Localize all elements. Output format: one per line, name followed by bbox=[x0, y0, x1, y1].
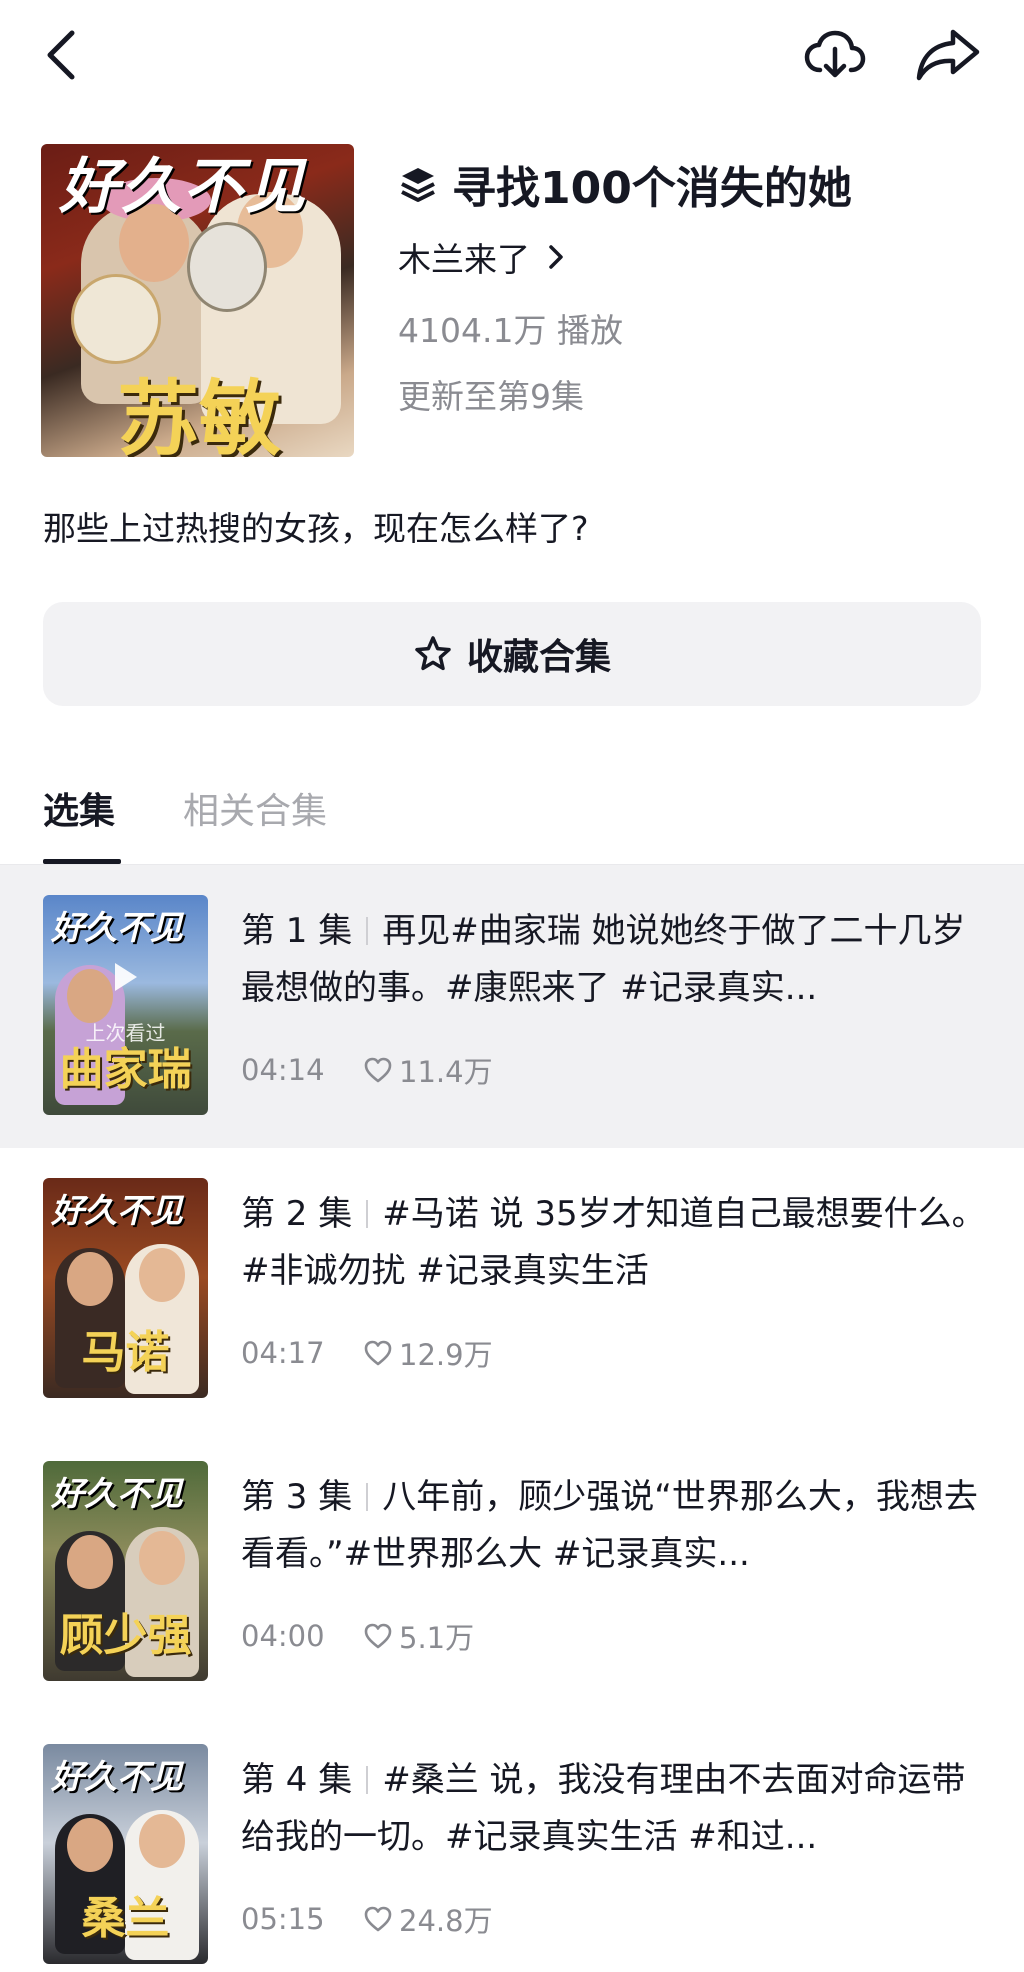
episode-meta: 05:15 24.8万 bbox=[241, 1898, 493, 1940]
episode-item[interactable]: 好久不见 上次看过 曲家瑞 第 1 集再见#曲家瑞 她说她终于做了二十几岁最想做… bbox=[0, 865, 1024, 1148]
thumb-name: 顾少强 bbox=[59, 1610, 192, 1661]
episode-thumbnail: 好久不见 马诺 bbox=[43, 1178, 208, 1398]
thumb-face bbox=[67, 1818, 113, 1872]
heart-icon bbox=[364, 1906, 392, 1932]
episode-description: #马诺 说 35岁才知道自己最想要什么。#非诚勿扰 #记录真实生活 bbox=[241, 1194, 986, 1291]
layers-icon bbox=[401, 168, 435, 202]
episode-like-count: 5.1万 bbox=[399, 1621, 475, 1655]
episode-title: 第 3 集八年前，顾少强说“世界那么大，我想去看看。”#世界那么大 #记录真实.… bbox=[241, 1469, 986, 1583]
thumb-face bbox=[139, 1248, 185, 1302]
episode-separator bbox=[366, 1483, 369, 1511]
thumb-face bbox=[139, 1814, 185, 1868]
back-button[interactable] bbox=[36, 22, 86, 88]
heart-icon bbox=[364, 1340, 392, 1366]
episode-thumbnail: 好久不见 桑兰 bbox=[43, 1744, 208, 1964]
episode-title: 第 1 集再见#曲家瑞 她说她终于做了二十几岁最想做的事。#康熙来了 #记录真实… bbox=[241, 903, 986, 1017]
thumb-title: 好久不见 bbox=[51, 1474, 183, 1513]
author-name: 木兰来了 bbox=[398, 240, 530, 279]
episode-duration: 05:15 bbox=[241, 1902, 325, 1936]
thumb-title: 好久不见 bbox=[51, 908, 183, 947]
tab-related-collections[interactable]: 相关合集 bbox=[183, 782, 327, 834]
episode-thumbnail: 好久不见 顾少强 bbox=[43, 1461, 208, 1681]
heart-icon bbox=[364, 1623, 392, 1649]
collection-cover: 好久不见 苏敏 bbox=[41, 144, 354, 457]
episode-duration: 04:00 bbox=[241, 1619, 325, 1653]
thumb-face bbox=[67, 1252, 113, 1306]
episode-meta: 04:00 5.1万 bbox=[241, 1615, 474, 1657]
tab-episodes[interactable]: 选集 bbox=[43, 782, 115, 834]
episode-item[interactable]: 好久不见 桑兰 第 4 集 #桑兰 说，我没有理由不去面对命运带给我的一切。#记录… bbox=[0, 1714, 1024, 1972]
episode-duration: 04:17 bbox=[241, 1336, 325, 1370]
episode-like-count: 11.4万 bbox=[399, 1055, 493, 1089]
episode-meta: 04:14 11.4万 bbox=[241, 1049, 493, 1091]
cloud-download-icon bbox=[804, 30, 866, 78]
thumb-face bbox=[67, 1535, 113, 1589]
thumb-name: 曲家瑞 bbox=[59, 1044, 192, 1095]
cover-fan-right bbox=[187, 222, 267, 312]
episode-number: 第 3 集 bbox=[241, 1477, 353, 1517]
episode-number: 第 1 集 bbox=[241, 911, 353, 951]
thumb-name: 桑兰 bbox=[81, 1893, 170, 1944]
thumb-face bbox=[139, 1531, 185, 1585]
episode-separator bbox=[366, 1766, 369, 1794]
episode-duration: 04:14 bbox=[241, 1053, 325, 1087]
episode-title: 第 2 集 #马诺 说 35岁才知道自己最想要什么。#非诚勿扰 #记录真实生活 bbox=[241, 1186, 986, 1300]
download-button[interactable] bbox=[800, 24, 870, 86]
tab-bar: 选集 相关合集 bbox=[0, 770, 1024, 864]
episode-like-count: 12.9万 bbox=[399, 1338, 493, 1372]
episode-likes: 12.9万 bbox=[363, 1332, 493, 1374]
author-link[interactable]: 木兰来了 bbox=[398, 233, 564, 281]
chevron-left-icon bbox=[47, 30, 75, 80]
cover-title: 好久不见 bbox=[59, 152, 307, 222]
episode-title: 第 4 集 #桑兰 说，我没有理由不去面对命运带给我的一切。#记录真实生活 #和过… bbox=[241, 1752, 986, 1866]
collection-title: 寻找100个消失的她 bbox=[398, 152, 852, 216]
share-arrow-icon bbox=[916, 29, 980, 81]
cover-name: 苏敏 bbox=[117, 371, 282, 457]
thumb-name: 马诺 bbox=[81, 1327, 170, 1378]
top-bar bbox=[0, 0, 1024, 110]
episode-thumbnail: 好久不见 上次看过 曲家瑞 bbox=[43, 895, 208, 1115]
star-outline-icon bbox=[415, 636, 451, 671]
episode-meta: 04:17 12.9万 bbox=[241, 1332, 493, 1374]
chevron-right-icon bbox=[549, 245, 563, 269]
episode-likes: 24.8万 bbox=[363, 1898, 493, 1940]
heart-icon bbox=[364, 1057, 392, 1083]
play-icon bbox=[115, 963, 137, 991]
episode-item[interactable]: 好久不见 马诺 第 2 集 #马诺 说 35岁才知道自己最想要什么。#非诚勿扰 #… bbox=[0, 1148, 1024, 1431]
play-count: 4104.1万 播放 bbox=[398, 311, 623, 350]
favorite-collection-button[interactable]: 收藏合集 bbox=[43, 602, 981, 706]
share-button[interactable] bbox=[908, 24, 988, 86]
thumb-title: 好久不见 bbox=[51, 1191, 183, 1230]
update-status: 更新至第9集 bbox=[398, 377, 584, 416]
thumb-title: 好久不见 bbox=[51, 1757, 183, 1796]
cover-fan-left bbox=[71, 274, 161, 364]
collection-title-text: 寻找100个消失的她 bbox=[452, 163, 852, 214]
episode-likes: 5.1万 bbox=[363, 1615, 474, 1657]
episode-number: 第 2 集 bbox=[241, 1194, 353, 1234]
episode-separator bbox=[366, 917, 369, 945]
favorite-collection-label: 收藏合集 bbox=[466, 637, 611, 678]
episode-likes: 11.4万 bbox=[363, 1049, 493, 1091]
episode-item[interactable]: 好久不见 顾少强 第 3 集八年前，顾少强说“世界那么大，我想去看看。”#世界那… bbox=[0, 1431, 1024, 1714]
collection-description: 那些上过热搜的女孩，现在怎么样了? bbox=[43, 509, 589, 548]
episode-separator bbox=[366, 1200, 369, 1228]
episode-number: 第 4 集 bbox=[241, 1760, 353, 1800]
episode-like-count: 24.8万 bbox=[399, 1904, 493, 1938]
